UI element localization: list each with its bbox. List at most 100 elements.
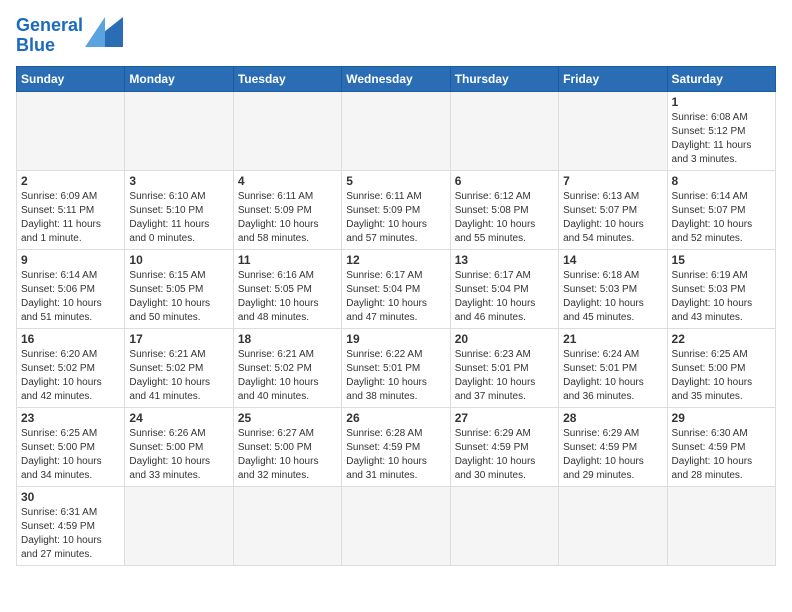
day-cell: 8Sunrise: 6:14 AM Sunset: 5:07 PM Daylig… xyxy=(667,170,775,249)
day-info: Sunrise: 6:21 AM Sunset: 5:02 PM Dayligh… xyxy=(238,348,337,404)
day-cell xyxy=(667,486,775,565)
day-info: Sunrise: 6:20 AM Sunset: 5:02 PM Dayligh… xyxy=(21,348,120,404)
day-cell: 20 Sunrise: 6:23 AM Sunset: 5:01 PM Dayli… xyxy=(450,328,558,407)
day-cell: 4 Sunrise: 6:11 AM Sunset: 5:09 PM Daylig… xyxy=(233,170,341,249)
day-info: Sunrise: 6:29 AM Sunset: 4:59 PM Dayligh… xyxy=(563,427,662,483)
day-info: Sunrise: 6:17 AM Sunset: 5:04 PM Dayligh… xyxy=(346,269,445,325)
day-cell xyxy=(125,486,233,565)
weekday-header-row: SundayMondayTuesdayWednesdayThursdayFrid… xyxy=(17,66,776,91)
day-number: 16 xyxy=(21,332,120,346)
day-cell: 24 Sunrise: 6:26 AM Sunset: 5:00 PM Dayli… xyxy=(125,407,233,486)
day-cell xyxy=(233,91,341,170)
weekday-header-friday: Friday xyxy=(559,66,667,91)
weekday-header-thursday: Thursday xyxy=(450,66,558,91)
day-number: 19 xyxy=(346,332,445,346)
day-cell xyxy=(450,91,558,170)
logo: GeneralBlue xyxy=(16,16,123,56)
day-number: 17 xyxy=(129,332,228,346)
day-number: 9 xyxy=(21,253,120,267)
day-info: Sunrise: 6:31 AM Sunset: 4:59 PM Dayligh… xyxy=(21,506,120,562)
day-number: 18 xyxy=(238,332,337,346)
day-cell: 16 Sunrise: 6:20 AM Sunset: 5:02 PM Dayli… xyxy=(17,328,125,407)
day-cell xyxy=(342,91,450,170)
weekday-header-saturday: Saturday xyxy=(667,66,775,91)
day-cell: 11 Sunrise: 6:16 AM Sunset: 5:05 PM Dayli… xyxy=(233,249,341,328)
weekday-header-monday: Monday xyxy=(125,66,233,91)
day-cell xyxy=(559,486,667,565)
day-cell: 30 Sunrise: 6:31 AM Sunset: 4:59 PM Dayli… xyxy=(17,486,125,565)
day-number: 11 xyxy=(238,253,337,267)
day-number: 20 xyxy=(455,332,554,346)
day-cell: 7 Sunrise: 6:13 AM Sunset: 5:07 PM Daylig… xyxy=(559,170,667,249)
week-row-1: 1Sunrise: 6:08 AM Sunset: 5:12 PM Daylig… xyxy=(17,91,776,170)
day-cell: 23Sunrise: 6:25 AM Sunset: 5:00 PM Dayli… xyxy=(17,407,125,486)
day-info: Sunrise: 6:30 AM Sunset: 4:59 PM Dayligh… xyxy=(672,427,771,483)
day-info: Sunrise: 6:10 AM Sunset: 5:10 PM Dayligh… xyxy=(129,190,228,246)
day-cell: 19 Sunrise: 6:22 AM Sunset: 5:01 PM Dayli… xyxy=(342,328,450,407)
logo-text: GeneralBlue xyxy=(16,16,83,56)
day-number: 24 xyxy=(129,411,228,425)
week-row-5: 23Sunrise: 6:25 AM Sunset: 5:00 PM Dayli… xyxy=(17,407,776,486)
weekday-header-wednesday: Wednesday xyxy=(342,66,450,91)
day-cell: 5 Sunrise: 6:11 AM Sunset: 5:09 PM Daylig… xyxy=(342,170,450,249)
day-cell: 22Sunrise: 6:25 AM Sunset: 5:00 PM Dayli… xyxy=(667,328,775,407)
day-number: 14 xyxy=(563,253,662,267)
day-number: 10 xyxy=(129,253,228,267)
day-cell: 13 Sunrise: 6:17 AM Sunset: 5:04 PM Dayli… xyxy=(450,249,558,328)
page-header: GeneralBlue xyxy=(16,16,776,56)
day-number: 2 xyxy=(21,174,120,188)
day-info: Sunrise: 6:08 AM Sunset: 5:12 PM Dayligh… xyxy=(672,111,771,167)
weekday-header-tuesday: Tuesday xyxy=(233,66,341,91)
day-cell xyxy=(125,91,233,170)
week-row-4: 16 Sunrise: 6:20 AM Sunset: 5:02 PM Dayli… xyxy=(17,328,776,407)
day-number: 13 xyxy=(455,253,554,267)
day-number: 15 xyxy=(672,253,771,267)
day-cell xyxy=(17,91,125,170)
day-number: 4 xyxy=(238,174,337,188)
day-info: Sunrise: 6:15 AM Sunset: 5:05 PM Dayligh… xyxy=(129,269,228,325)
day-cell: 27Sunrise: 6:29 AM Sunset: 4:59 PM Dayli… xyxy=(450,407,558,486)
day-cell xyxy=(450,486,558,565)
day-number: 26 xyxy=(346,411,445,425)
day-info: Sunrise: 6:16 AM Sunset: 5:05 PM Dayligh… xyxy=(238,269,337,325)
day-info: Sunrise: 6:17 AM Sunset: 5:04 PM Dayligh… xyxy=(455,269,554,325)
day-number: 12 xyxy=(346,253,445,267)
day-info: Sunrise: 6:11 AM Sunset: 5:09 PM Dayligh… xyxy=(346,190,445,246)
calendar-table: SundayMondayTuesdayWednesdayThursdayFrid… xyxy=(16,66,776,566)
day-cell xyxy=(233,486,341,565)
day-info: Sunrise: 6:26 AM Sunset: 5:00 PM Dayligh… xyxy=(129,427,228,483)
day-number: 5 xyxy=(346,174,445,188)
day-info: Sunrise: 6:23 AM Sunset: 5:01 PM Dayligh… xyxy=(455,348,554,404)
day-info: Sunrise: 6:22 AM Sunset: 5:01 PM Dayligh… xyxy=(346,348,445,404)
logo-icon xyxy=(85,17,123,47)
day-cell: 21Sunrise: 6:24 AM Sunset: 5:01 PM Dayli… xyxy=(559,328,667,407)
day-info: Sunrise: 6:27 AM Sunset: 5:00 PM Dayligh… xyxy=(238,427,337,483)
day-cell: 10 Sunrise: 6:15 AM Sunset: 5:05 PM Dayli… xyxy=(125,249,233,328)
day-number: 29 xyxy=(672,411,771,425)
day-cell: 2 Sunrise: 6:09 AM Sunset: 5:11 PM Daylig… xyxy=(17,170,125,249)
weekday-header-sunday: Sunday xyxy=(17,66,125,91)
day-cell: 3Sunrise: 6:10 AM Sunset: 5:10 PM Daylig… xyxy=(125,170,233,249)
day-info: Sunrise: 6:14 AM Sunset: 5:07 PM Dayligh… xyxy=(672,190,771,246)
day-cell xyxy=(342,486,450,565)
day-info: Sunrise: 6:19 AM Sunset: 5:03 PM Dayligh… xyxy=(672,269,771,325)
day-number: 30 xyxy=(21,490,120,504)
day-cell: 1Sunrise: 6:08 AM Sunset: 5:12 PM Daylig… xyxy=(667,91,775,170)
day-info: Sunrise: 6:11 AM Sunset: 5:09 PM Dayligh… xyxy=(238,190,337,246)
day-info: Sunrise: 6:21 AM Sunset: 5:02 PM Dayligh… xyxy=(129,348,228,404)
day-info: Sunrise: 6:24 AM Sunset: 5:01 PM Dayligh… xyxy=(563,348,662,404)
day-cell: 25Sunrise: 6:27 AM Sunset: 5:00 PM Dayli… xyxy=(233,407,341,486)
day-cell: 17 Sunrise: 6:21 AM Sunset: 5:02 PM Dayli… xyxy=(125,328,233,407)
day-number: 27 xyxy=(455,411,554,425)
day-cell: 29 Sunrise: 6:30 AM Sunset: 4:59 PM Dayli… xyxy=(667,407,775,486)
day-info: Sunrise: 6:09 AM Sunset: 5:11 PM Dayligh… xyxy=(21,190,120,246)
logo-general: General xyxy=(16,15,83,35)
day-cell: 28 Sunrise: 6:29 AM Sunset: 4:59 PM Dayli… xyxy=(559,407,667,486)
logo-blue: Blue xyxy=(16,35,55,55)
day-info: Sunrise: 6:13 AM Sunset: 5:07 PM Dayligh… xyxy=(563,190,662,246)
day-number: 7 xyxy=(563,174,662,188)
week-row-2: 2 Sunrise: 6:09 AM Sunset: 5:11 PM Daylig… xyxy=(17,170,776,249)
day-cell: 26Sunrise: 6:28 AM Sunset: 4:59 PM Dayli… xyxy=(342,407,450,486)
day-cell: 12 Sunrise: 6:17 AM Sunset: 5:04 PM Dayli… xyxy=(342,249,450,328)
day-number: 28 xyxy=(563,411,662,425)
